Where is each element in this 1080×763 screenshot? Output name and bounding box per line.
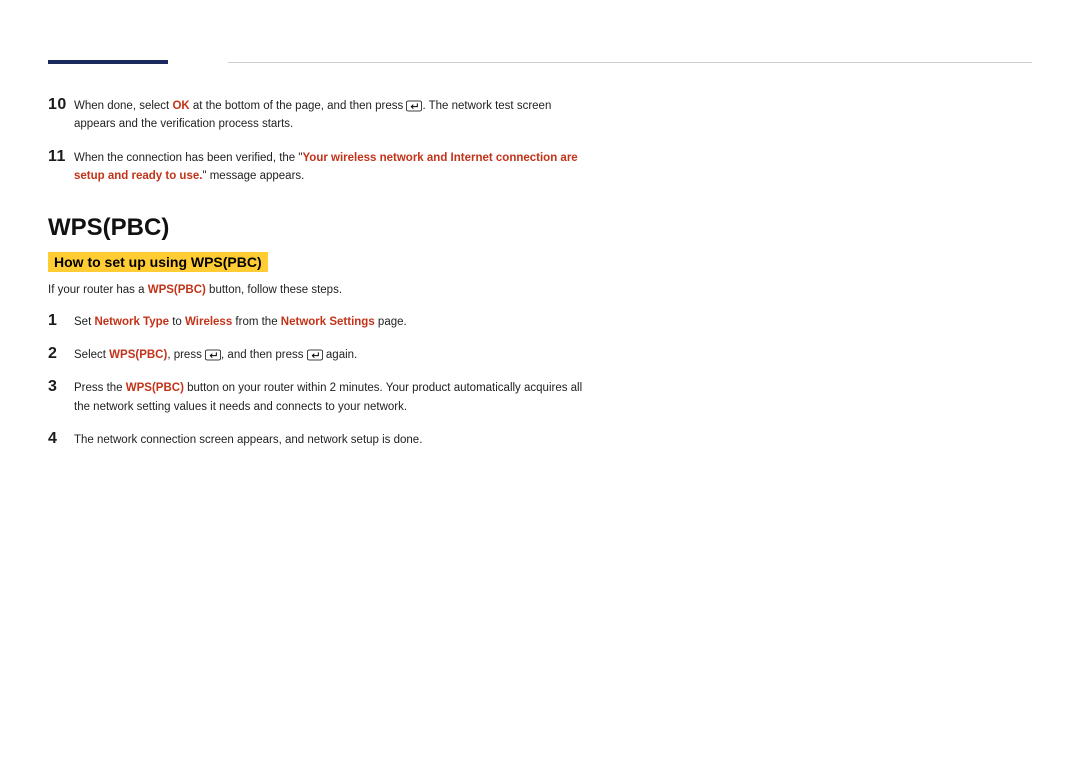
step-number: 3 — [48, 378, 74, 396]
step-body: When done, select OK at the bottom of th… — [74, 96, 594, 134]
step-number: 4 — [48, 430, 74, 448]
step-item: 1Set Network Type to Wireless from the N… — [48, 312, 1032, 331]
step-number: 2 — [48, 345, 74, 363]
step-body: Select WPS(PBC), press , and then press … — [74, 345, 594, 364]
heading-2: How to set up using WPS(PBC) — [48, 252, 268, 272]
header-rule — [48, 48, 1032, 68]
step-item: 4The network connection screen appears, … — [48, 430, 1032, 449]
enter-icon — [205, 349, 221, 361]
highlight-text: Network Settings — [281, 316, 375, 328]
step-number: 10 — [48, 96, 74, 114]
highlight-text: Wireless — [185, 316, 232, 328]
step-list-b: 1Set Network Type to Wireless from the N… — [48, 312, 1032, 450]
step-item: 2Select WPS(PBC), press , and then press… — [48, 345, 1032, 364]
step-number: 1 — [48, 312, 74, 330]
step-item: 10When done, select OK at the bottom of … — [48, 96, 1032, 134]
step-body: Set Network Type to Wireless from the Ne… — [74, 312, 594, 331]
step-body: When the connection has been verified, t… — [74, 148, 594, 186]
header-rule-accent — [48, 60, 168, 64]
step-number: 11 — [48, 148, 74, 166]
step-item: 11When the connection has been verified,… — [48, 148, 1032, 186]
highlight-text: Network Type — [94, 316, 169, 328]
step-item: 3Press the WPS(PBC) button on your route… — [48, 378, 1032, 416]
highlight-text: WPS(PBC) — [148, 284, 206, 296]
page: 10When done, select OK at the bottom of … — [0, 0, 1080, 450]
highlight-text: WPS(PBC) — [126, 382, 184, 394]
highlight-text: OK — [172, 100, 189, 112]
heading-1: WPS(PBC) — [48, 214, 1032, 242]
enter-icon — [307, 349, 323, 361]
step-body: Press the WPS(PBC) button on your router… — [74, 378, 594, 416]
intro-text: If your router has a WPS(PBC) button, fo… — [48, 284, 1032, 296]
step-body: The network connection screen appears, a… — [74, 430, 594, 449]
step-list-a: 10When done, select OK at the bottom of … — [48, 96, 1032, 186]
header-rule-line — [228, 62, 1032, 63]
enter-icon — [406, 100, 422, 112]
highlight-text: WPS(PBC) — [109, 349, 167, 361]
highlight-text: Your wireless network and Internet conne… — [74, 152, 578, 182]
